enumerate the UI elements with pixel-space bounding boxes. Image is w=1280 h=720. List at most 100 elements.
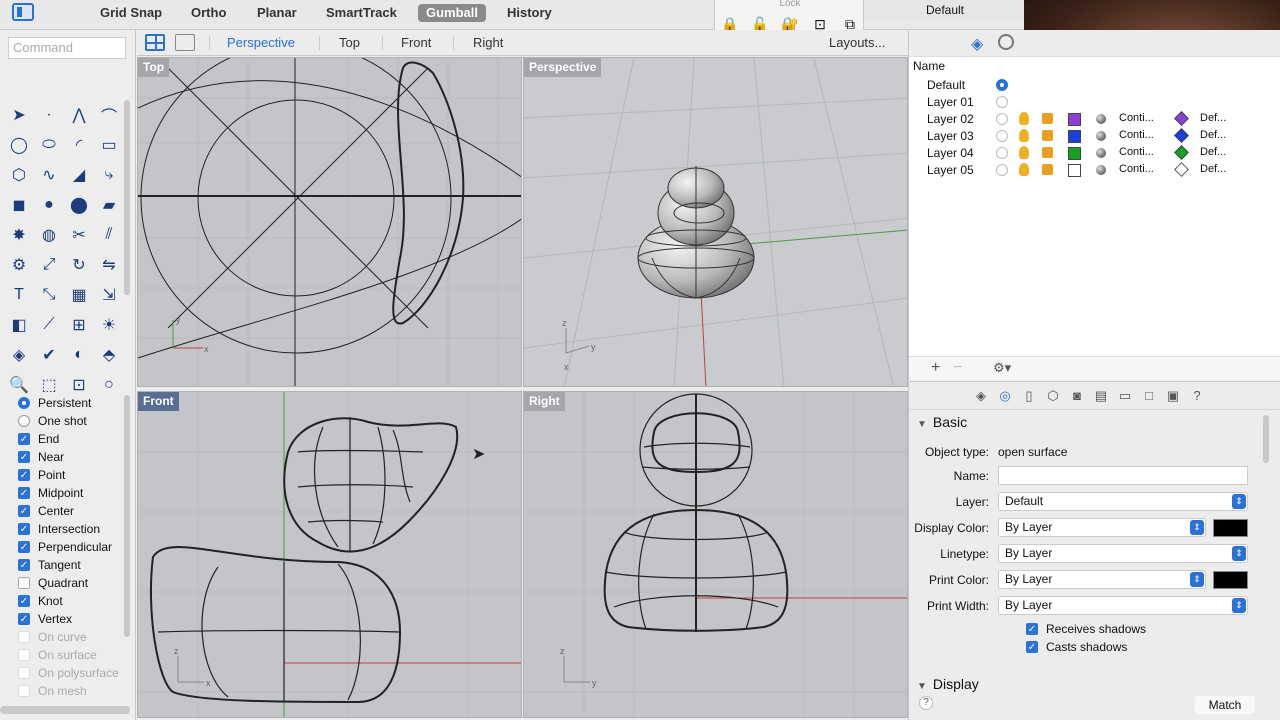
polygon-icon[interactable]: ⬡ xyxy=(4,160,34,190)
point-icon[interactable]: · xyxy=(34,100,64,130)
explode-icon[interactable]: ✸ xyxy=(4,220,34,250)
layer-color-swatch[interactable] xyxy=(1068,147,1081,160)
camera-tab-icon[interactable]: ◙ xyxy=(1068,388,1086,404)
layer-print-width[interactable]: Def... xyxy=(1200,129,1226,141)
current-layer-radio[interactable] xyxy=(996,164,1008,176)
select-arrow-icon[interactable]: ➤ xyxy=(4,100,34,130)
print-color-icon[interactable] xyxy=(1174,162,1189,177)
layer-row[interactable]: Layer 01 xyxy=(909,94,1269,111)
layers-icon[interactable]: ◈ xyxy=(971,34,983,54)
help-tab-icon[interactable]: ? xyxy=(1188,388,1206,404)
layer-row[interactable]: Layer 04 Conti... Def... xyxy=(909,145,1269,162)
array-icon[interactable]: ▦ xyxy=(64,280,94,310)
solid-box-icon[interactable]: ◧ xyxy=(4,310,34,340)
render-icon[interactable]: ◐ xyxy=(64,340,94,370)
edit-curve-icon[interactable]: ⤷ xyxy=(94,160,124,190)
properties-icon[interactable] xyxy=(998,34,1014,50)
print-color-swatch[interactable] xyxy=(1213,571,1248,589)
current-layer-radio[interactable] xyxy=(996,130,1008,142)
remove-layer-icon[interactable]: − xyxy=(953,359,962,377)
print-color-icon[interactable] xyxy=(1174,145,1189,160)
layer-print-width[interactable]: Def... xyxy=(1200,146,1226,158)
layer-row[interactable]: Layer 02 Conti... Def... xyxy=(909,111,1269,128)
add-layer-icon[interactable]: + xyxy=(931,359,940,377)
current-layer-radio[interactable] xyxy=(996,113,1008,125)
material-icon[interactable] xyxy=(1096,114,1106,124)
viewport-label[interactable]: Top xyxy=(138,58,170,77)
display-color-swatch[interactable] xyxy=(1213,519,1248,537)
osnap-quadrant[interactable]: Quadrant xyxy=(18,574,128,592)
osnap-tangent[interactable]: ✓ Tangent xyxy=(18,556,128,574)
display-section-toggle[interactable]: ▼ Display xyxy=(917,676,979,692)
display-color-select[interactable]: By Layer ⇕ xyxy=(998,518,1206,537)
planar-toggle[interactable]: Planar xyxy=(257,4,297,22)
cylinder-icon[interactable]: ⬤ xyxy=(64,190,94,220)
trim-icon[interactable]: ✂ xyxy=(64,220,94,250)
osnap-near[interactable]: ✓ Near xyxy=(18,448,128,466)
mirror-icon[interactable]: ⇋ xyxy=(94,250,124,280)
persistent-option[interactable]: Persistent xyxy=(18,394,128,412)
print-width-select[interactable]: By Layer ⇕ xyxy=(998,596,1248,615)
basic-section-toggle[interactable]: ▼ Basic xyxy=(917,414,967,430)
box-icon[interactable]: ◼ xyxy=(4,190,34,220)
layer-color-swatch[interactable] xyxy=(1068,130,1081,143)
layers-tab-icon[interactable]: ◈ xyxy=(972,388,990,404)
lightbulb-icon[interactable] xyxy=(1019,146,1029,159)
print-color-icon[interactable] xyxy=(1174,128,1189,143)
layer-color-swatch[interactable] xyxy=(1068,164,1081,177)
print-color-icon[interactable] xyxy=(1174,111,1189,126)
page-tab-icon[interactable]: ▭ xyxy=(1116,388,1134,404)
display-tab-icon[interactable]: ▣ xyxy=(1164,388,1182,404)
boolean-icon[interactable]: ◍ xyxy=(34,220,64,250)
layer-color-swatch[interactable] xyxy=(1068,113,1081,126)
osnap-point[interactable]: ✓ Point xyxy=(18,466,128,484)
polyline-icon[interactable]: ⋀ xyxy=(64,100,94,130)
sphere-icon[interactable]: ● xyxy=(34,190,64,220)
lights-icon[interactable]: ☀ xyxy=(94,310,124,340)
layouts-button[interactable]: Layouts... xyxy=(829,35,885,50)
paint-icon[interactable]: ⬘ xyxy=(94,340,124,370)
osnap-intersection[interactable]: ✓ Intersection xyxy=(18,520,128,538)
osnap-vertex[interactable]: ✓ Vertex xyxy=(18,610,128,628)
sidebar-toggle-icon[interactable] xyxy=(12,3,34,21)
layer-print-width[interactable]: Def... xyxy=(1200,112,1226,124)
rectangle-icon[interactable]: ▭ xyxy=(94,130,124,160)
dimension-icon[interactable]: ⇲ xyxy=(94,280,124,310)
layer-linetype[interactable]: Conti... xyxy=(1119,146,1154,158)
gear-icon[interactable]: ⚙▾ xyxy=(993,360,1011,376)
material-tab-icon[interactable]: ▤ xyxy=(1092,388,1110,404)
split-icon[interactable]: ⫽ xyxy=(94,220,124,250)
receives-shadows-checkbox[interactable]: ✓ Receives shadows xyxy=(1026,621,1146,637)
viewport-top[interactable]: y x Top xyxy=(137,57,522,387)
scale-icon[interactable]: ⤡ xyxy=(34,280,64,310)
tab-right[interactable]: Right xyxy=(473,35,503,51)
lock-icon[interactable] xyxy=(1042,130,1053,141)
material-icon[interactable] xyxy=(1096,131,1106,141)
curve-icon[interactable]: ⌒ xyxy=(94,100,124,130)
horizontal-scrollbar[interactable] xyxy=(0,706,130,714)
ortho-toggle[interactable]: Ortho xyxy=(191,4,226,22)
cube-tab-icon[interactable]: ⬡ xyxy=(1044,388,1062,404)
history-toggle[interactable]: History xyxy=(507,4,552,22)
tab-perspective[interactable]: Perspective xyxy=(227,35,295,51)
match-button[interactable]: Match xyxy=(1195,696,1255,714)
osnap-scrollbar[interactable] xyxy=(124,395,130,637)
oneshot-option[interactable]: One shot xyxy=(18,412,128,430)
layer-linetype[interactable]: Conti... xyxy=(1119,112,1154,124)
viewport-label[interactable]: Perspective xyxy=(524,58,602,77)
object-tab-icon[interactable]: ◎ xyxy=(996,388,1014,404)
transform-icon[interactable]: ⤢ xyxy=(34,250,64,280)
command-input[interactable]: Command xyxy=(8,37,126,59)
tool-scrollbar[interactable] xyxy=(124,100,130,295)
grid-snap-toggle[interactable]: Grid Snap xyxy=(100,4,162,22)
name-field[interactable] xyxy=(998,466,1248,485)
tab-top[interactable]: Top xyxy=(339,35,360,51)
viewport-front[interactable]: z x Front ➤ xyxy=(137,391,522,718)
current-layer-display[interactable]: Default xyxy=(865,0,1025,20)
lightbulb-icon[interactable] xyxy=(1019,163,1029,176)
osnap-midpoint[interactable]: ✓ Midpoint xyxy=(18,484,128,502)
arc-icon[interactable]: ◜ xyxy=(64,130,94,160)
layer-print-width[interactable]: Def... xyxy=(1200,163,1226,175)
osnap-end[interactable]: ✓ End xyxy=(18,430,128,448)
rotate-icon[interactable]: ↻ xyxy=(64,250,94,280)
